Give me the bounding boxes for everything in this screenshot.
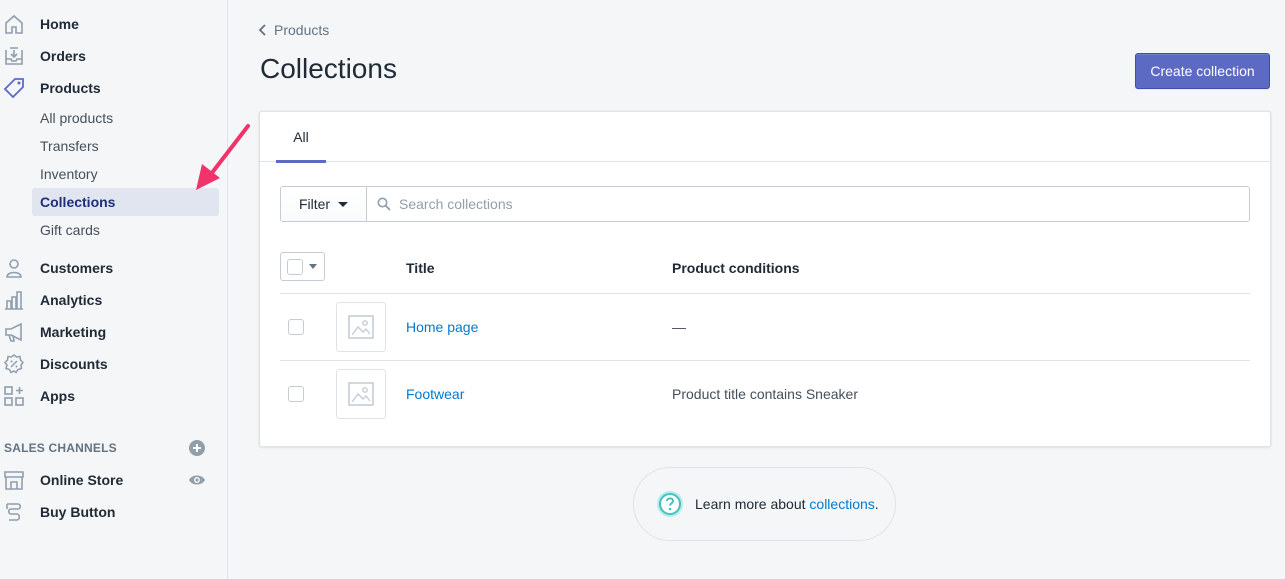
breadcrumb[interactable]: Products [258, 22, 329, 38]
sidebar-item-customers[interactable]: Customers [0, 254, 228, 282]
sidebar-subitem-label: Inventory [40, 166, 98, 182]
sidebar: Home Orders Products All products Transf… [0, 0, 228, 579]
image-placeholder-icon [348, 382, 374, 406]
add-sales-channel-icon[interactable] [189, 440, 205, 456]
sidebar-item-label: Online Store [40, 472, 124, 488]
online-store-icon [4, 471, 24, 490]
table-row: Footwear Product title contains Sneaker [280, 361, 1250, 428]
sidebar-item-label: Analytics [40, 292, 103, 308]
help-suffix: . [874, 496, 879, 512]
sidebar-subitem-label: Gift cards [40, 222, 100, 238]
customers-icon [6, 259, 22, 278]
filter-button[interactable]: Filter [281, 187, 367, 221]
column-header-conditions: Product conditions [672, 260, 800, 276]
sidebar-item-marketing[interactable]: Marketing [0, 318, 228, 346]
question-help-icon [657, 491, 683, 517]
caret-down-icon [309, 264, 317, 269]
tab-bar: All [260, 112, 1270, 163]
sidebar-item-analytics[interactable]: Analytics [0, 286, 228, 314]
checkbox-box [287, 258, 303, 275]
collection-title-link[interactable]: Footwear [406, 386, 464, 402]
collection-thumbnail [336, 302, 386, 352]
tab-all[interactable]: All [276, 112, 326, 163]
sidebar-item-home[interactable]: Home [0, 10, 228, 38]
collection-thumbnail [336, 369, 386, 419]
collection-title-link[interactable]: Home page [406, 319, 478, 335]
sidebar-subitem-label: All products [40, 110, 114, 126]
filter-label: Filter [298, 196, 331, 212]
search-wrapper [367, 187, 1249, 221]
sales-channels-heading: SALES CHANNELS [4, 441, 117, 455]
sidebar-subitem-label: Collections [40, 194, 116, 210]
sidebar-item-label: Buy Button [40, 504, 116, 520]
help-text: Learn more about collections. [695, 496, 879, 512]
apps-icon [4, 386, 24, 406]
sidebar-item-orders[interactable]: Orders [0, 42, 228, 70]
products-tag-icon [3, 78, 24, 99]
row-checkbox[interactable] [288, 386, 304, 402]
tab-selected-indicator [276, 160, 326, 163]
sidebar-item-discounts[interactable]: Discounts [0, 350, 228, 378]
table-header: Title Product conditions [280, 247, 1250, 294]
sidebar-item-label: Marketing [40, 324, 107, 340]
sidebar-item-label: Products [40, 80, 101, 96]
sidebar-item-label: Discounts [40, 356, 108, 372]
help-footer: Learn more about collections. [633, 467, 896, 541]
eye-icon[interactable] [188, 473, 206, 487]
home-icon [5, 14, 23, 34]
help-collections-link[interactable]: collections [809, 496, 874, 512]
sidebar-item-label: Customers [40, 260, 114, 276]
sidebar-subitem-label: Transfers [40, 138, 99, 154]
row-checkbox[interactable] [288, 319, 304, 335]
sidebar-item-products[interactable]: Products [0, 74, 228, 102]
chevron-left-icon [258, 24, 266, 36]
sidebar-item-label: Home [40, 16, 79, 32]
sidebar-item-label: Apps [40, 388, 75, 404]
collections-card: All Filter Title Product conditions Home… [259, 111, 1271, 447]
search-icon [377, 197, 391, 211]
annotation-arrow-icon [196, 124, 250, 190]
sidebar-item-label: Orders [40, 48, 86, 64]
create-collection-button[interactable]: Create collection [1135, 53, 1270, 89]
page-title: Collections [260, 53, 397, 84]
bulk-select-checkbox[interactable] [280, 252, 325, 281]
table-row: Home page — [280, 294, 1250, 361]
sidebar-item-buy-button[interactable]: Buy Button [0, 498, 228, 526]
help-prefix: Learn more about [695, 496, 810, 512]
column-header-title: Title [406, 260, 435, 276]
filter-bar: Filter [280, 186, 1250, 222]
search-input[interactable] [399, 196, 1199, 212]
collection-conditions: Product title contains Sneaker [672, 386, 858, 402]
caret-down-icon [338, 201, 349, 207]
tab-label: All [293, 129, 309, 145]
sidebar-item-apps[interactable]: Apps [0, 382, 228, 410]
sidebar-subitem-gift-cards[interactable]: Gift cards [32, 216, 219, 244]
breadcrumb-label: Products [274, 22, 330, 38]
collection-conditions: — [672, 319, 686, 335]
buy-button-icon [6, 503, 22, 521]
analytics-icon [5, 291, 23, 310]
marketing-icon [5, 322, 22, 342]
discounts-icon [3, 354, 25, 374]
orders-icon [5, 47, 23, 65]
image-placeholder-icon [348, 315, 374, 339]
